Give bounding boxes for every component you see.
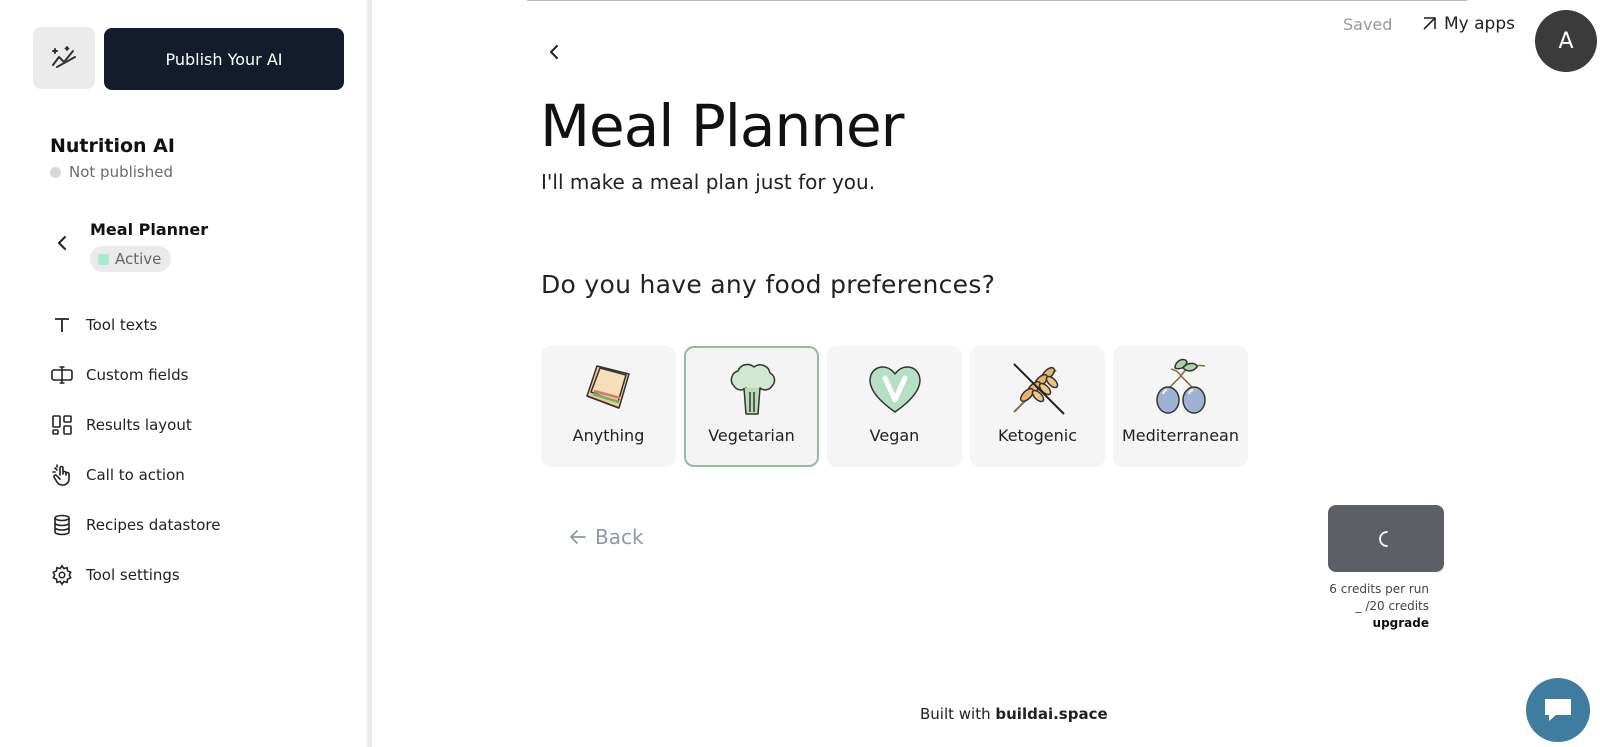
upgrade-link[interactable]: upgrade (1272, 615, 1429, 632)
divider (527, 0, 1467, 1)
main-content: Saved My apps A Meal Planner I'll make a… (372, 0, 1600, 747)
submit-button[interactable] (1328, 505, 1444, 572)
footer-built-with: Built with (920, 705, 991, 723)
status-dot (50, 166, 61, 178)
app-name: Nutrition AI (50, 135, 175, 157)
question-heading: Do you have any food preferences? (541, 270, 996, 299)
footer-brand-link[interactable]: buildai.space (995, 705, 1107, 723)
status-badge-label: Active (115, 250, 162, 268)
credits-per-run: 6 credits per run (1329, 582, 1429, 596)
sidebar-item-label: Results layout (86, 416, 192, 434)
database-icon (50, 513, 74, 537)
option-vegetarian[interactable]: Vegetarian (684, 346, 819, 467)
status-badge: Active (90, 246, 172, 272)
saved-indicator: Saved (1343, 15, 1393, 34)
sidebar-item-label: Tool settings (86, 566, 180, 584)
sandwich-icon (585, 365, 630, 409)
option-label: Ketogenic (998, 426, 1077, 445)
option-vegan[interactable]: Vegan (827, 346, 962, 467)
chevron-left-icon[interactable] (52, 233, 72, 253)
publish-status-label: Not published (69, 163, 174, 181)
credits-total: _ /20 credits (1355, 599, 1430, 613)
gear-icon (50, 563, 74, 587)
page-title: Meal Planner (540, 92, 904, 160)
sidebar-item-results-layout[interactable]: Results layout (50, 400, 220, 450)
layout-icon (50, 413, 74, 437)
my-apps-link[interactable]: My apps (1422, 14, 1515, 34)
page-subtitle: I'll make a meal plan just for you. (541, 170, 876, 194)
publish-button[interactable]: Publish Your AI (104, 28, 344, 90)
external-link-icon (1423, 17, 1436, 30)
text-icon (50, 313, 74, 337)
footer: Built with buildai.space (920, 705, 1108, 723)
back-button[interactable]: Back (569, 525, 644, 549)
pointer-hand-icon (50, 463, 74, 487)
text-cursor-input-icon (50, 363, 74, 387)
option-label: Mediterranean (1122, 426, 1239, 445)
sidebar-item-label: Recipes datastore (86, 516, 221, 534)
sidebar-item-custom-fields[interactable]: Custom fields (50, 350, 220, 400)
option-label: Vegetarian (708, 426, 795, 445)
option-ketogenic[interactable]: Ketogenic (970, 346, 1105, 467)
tool-name: Meal Planner (90, 220, 209, 239)
chat-button[interactable] (1526, 678, 1590, 742)
broccoli-icon (730, 363, 775, 415)
no-wheat-icon (1012, 363, 1065, 415)
option-label: Vegan (869, 426, 920, 445)
sparkles-icon (52, 46, 76, 68)
sidebar-item-call-to-action[interactable]: Call to action (50, 450, 220, 500)
credits-info: 6 credits per run _ /20 credits upgrade (1272, 581, 1429, 632)
sidebar-item-tool-settings[interactable]: Tool settings (50, 550, 220, 600)
sidebar-item-label: Tool texts (86, 316, 158, 334)
option-anything[interactable]: Anything (541, 346, 676, 467)
sidebar-item-label: Call to action (86, 466, 185, 484)
chevron-left-icon[interactable] (542, 40, 566, 64)
my-apps-label: My apps (1444, 14, 1515, 34)
olives-icon (1155, 358, 1206, 414)
vegan-heart-icon (868, 366, 921, 413)
sidebar-menu: Tool texts Custom fields Results layout … (50, 300, 220, 600)
preference-options: Anything Vegetarian Vegan Ketogenic Medi… (541, 346, 1248, 467)
option-label: Anything (572, 426, 645, 445)
option-mediterranean[interactable]: Mediterranean (1113, 346, 1248, 467)
sidebar-item-recipes-datastore[interactable]: Recipes datastore (50, 500, 220, 550)
sidebar: Publish Your AI Nutrition AI Not publish… (0, 0, 372, 747)
back-label: Back (595, 525, 644, 549)
active-dot (98, 253, 109, 265)
publish-status: Not published (50, 163, 173, 181)
magic-wand-button[interactable] (33, 27, 95, 89)
avatar[interactable]: A (1535, 10, 1597, 72)
spinner-icon (1379, 530, 1388, 547)
arrow-left-icon (570, 530, 586, 544)
chat-bubble-icon (1545, 699, 1571, 721)
sidebar-item-label: Custom fields (86, 366, 189, 384)
sidebar-item-tool-texts[interactable]: Tool texts (50, 300, 220, 350)
